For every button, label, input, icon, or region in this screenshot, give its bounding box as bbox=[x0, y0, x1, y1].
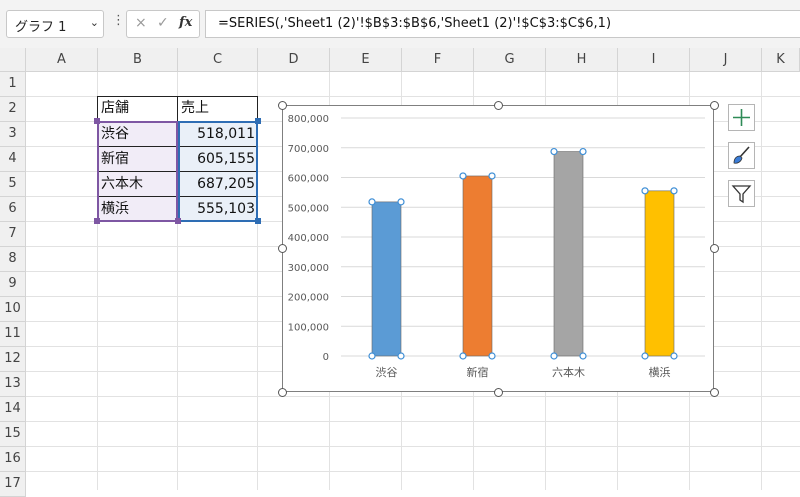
bar-selection-handle[interactable] bbox=[488, 172, 496, 180]
column-header-g[interactable]: G bbox=[474, 48, 546, 72]
row-header-8[interactable]: 8 bbox=[0, 247, 26, 272]
column-header-f[interactable]: F bbox=[402, 48, 474, 72]
bar[interactable] bbox=[371, 201, 402, 357]
chart-object[interactable]: 0 100,000 200,000 300,000 400,000 500,000 600,… bbox=[282, 105, 714, 392]
chart-resize-handle[interactable] bbox=[278, 388, 287, 397]
column-header-b[interactable]: B bbox=[98, 48, 178, 72]
select-all-corner[interactable] bbox=[0, 48, 26, 72]
bar-selection-handle[interactable] bbox=[550, 352, 558, 360]
bar-selection-handle[interactable] bbox=[641, 352, 649, 360]
bar-chart: 0 100,000 200,000 300,000 400,000 500,000 600,… bbox=[288, 114, 705, 379]
row-header-17[interactable]: 17 bbox=[0, 472, 26, 497]
bar-selection-handle[interactable] bbox=[670, 187, 678, 195]
column-header-e[interactable]: E bbox=[330, 48, 402, 72]
row-header-15[interactable]: 15 bbox=[0, 422, 26, 447]
chart-resize-handle[interactable] bbox=[710, 101, 719, 110]
column-header-k[interactable]: K bbox=[762, 48, 800, 72]
chart-filters-button[interactable] bbox=[728, 180, 755, 207]
bar-selection-handle[interactable] bbox=[459, 352, 467, 360]
store-cell[interactable]: 横浜 bbox=[98, 197, 178, 222]
store-cell[interactable]: 渋谷 bbox=[98, 122, 178, 147]
sales-cell[interactable]: 687,205 bbox=[178, 172, 258, 197]
bar-selection-handle[interactable] bbox=[397, 352, 405, 360]
x-tick-label: 横浜 bbox=[649, 365, 671, 379]
chart-resize-handle[interactable] bbox=[710, 388, 719, 397]
bar-selection-handle[interactable] bbox=[641, 187, 649, 195]
row-header-10[interactable]: 10 bbox=[0, 297, 26, 322]
chart-resize-handle[interactable] bbox=[494, 388, 503, 397]
plus-icon bbox=[733, 109, 750, 126]
row-header-2[interactable]: 2 bbox=[0, 97, 26, 122]
bar-selection-handle[interactable] bbox=[459, 172, 467, 180]
header-cell-sales[interactable]: 売上 bbox=[178, 96, 258, 121]
bar-selection-handle[interactable] bbox=[397, 198, 405, 206]
chart-styles-button[interactable] bbox=[728, 142, 755, 169]
header-cell-store[interactable]: 店舗 bbox=[98, 96, 178, 121]
bar[interactable] bbox=[462, 175, 493, 357]
y-tick-label: 300,000 bbox=[288, 263, 329, 274]
row-header-12[interactable]: 12 bbox=[0, 347, 26, 372]
row-header-3[interactable]: 3 bbox=[0, 122, 26, 147]
column-header-a[interactable]: A bbox=[26, 48, 98, 72]
name-box-value: グラフ 1 bbox=[15, 20, 67, 35]
chart-resize-handle[interactable] bbox=[710, 244, 719, 253]
row-header-9[interactable]: 9 bbox=[0, 272, 26, 297]
row-header-6[interactable]: 6 bbox=[0, 197, 26, 222]
row-header-13[interactable]: 13 bbox=[0, 372, 26, 397]
column-header-d[interactable]: D bbox=[258, 48, 330, 72]
column-header-c[interactable]: C bbox=[178, 48, 258, 72]
row-header-5[interactable]: 5 bbox=[0, 172, 26, 197]
formula-buttons: × ✓ fx bbox=[126, 10, 200, 38]
x-tick-label: 新宿 bbox=[467, 365, 489, 379]
y-tick-label: 600,000 bbox=[288, 174, 329, 185]
row-header-11[interactable]: 11 bbox=[0, 322, 26, 347]
more-options-icon[interactable]: ⋮ bbox=[112, 13, 125, 28]
chart-resize-handle[interactable] bbox=[278, 101, 287, 110]
bar-selection-handle[interactable] bbox=[670, 352, 678, 360]
bar-selection-handle[interactable] bbox=[550, 147, 558, 156]
row-header-7[interactable]: 7 bbox=[0, 222, 26, 247]
column-header-j[interactable]: J bbox=[690, 48, 762, 72]
sales-cell[interactable]: 555,103 bbox=[178, 197, 258, 222]
y-tick-label: 200,000 bbox=[288, 293, 329, 304]
chart-resize-handle[interactable] bbox=[278, 244, 287, 253]
y-tick-label: 800,000 bbox=[288, 114, 329, 125]
enter-icon[interactable]: ✓ bbox=[157, 15, 169, 31]
formula-input[interactable]: =SERIES(,'Sheet1 (2)'!$B$3:$B$6,'Sheet1 … bbox=[205, 10, 800, 38]
insert-function-icon[interactable]: fx bbox=[179, 15, 192, 30]
column-header-h[interactable]: H bbox=[546, 48, 618, 72]
row-header-4[interactable]: 4 bbox=[0, 147, 26, 172]
bar-selection-handle[interactable] bbox=[368, 352, 376, 360]
y-tick-label: 400,000 bbox=[288, 233, 329, 244]
bar-selection-handle[interactable] bbox=[579, 352, 587, 360]
bar[interactable] bbox=[644, 190, 675, 357]
chart-elements-button[interactable] bbox=[728, 104, 755, 131]
name-box[interactable]: グラフ 1 ⌄ bbox=[6, 10, 104, 38]
store-cell[interactable]: 六本木 bbox=[98, 172, 178, 197]
bar-selection-handle[interactable] bbox=[368, 198, 376, 206]
bar-selection-handle[interactable] bbox=[488, 352, 496, 360]
y-tick-label: 0 bbox=[323, 352, 329, 363]
y-tick-label: 500,000 bbox=[288, 203, 329, 214]
y-tick-label: 700,000 bbox=[288, 144, 329, 155]
formula-bar-area: グラフ 1 ⌄ ⋮ × ✓ fx =SERIES(,'Sheet1 (2)'!$… bbox=[0, 0, 800, 48]
row-header-1[interactable]: 1 bbox=[0, 72, 26, 97]
row-header-14[interactable]: 14 bbox=[0, 397, 26, 422]
store-cell[interactable]: 新宿 bbox=[98, 147, 178, 172]
column-header-i[interactable]: I bbox=[618, 48, 690, 72]
row-header-16[interactable]: 16 bbox=[0, 447, 26, 472]
cancel-icon[interactable]: × bbox=[135, 15, 147, 31]
chevron-down-icon[interactable]: ⌄ bbox=[90, 16, 99, 29]
formula-text: =SERIES(,'Sheet1 (2)'!$B$3:$B$6,'Sheet1 … bbox=[218, 16, 612, 31]
filter-icon bbox=[731, 185, 752, 204]
chart-resize-handle[interactable] bbox=[494, 101, 503, 110]
sales-cell[interactable]: 518,011 bbox=[178, 122, 258, 147]
x-tick-label: 渋谷 bbox=[376, 366, 398, 379]
bar[interactable] bbox=[553, 151, 584, 357]
sales-cell[interactable]: 605,155 bbox=[178, 147, 258, 172]
bar-selection-handle[interactable] bbox=[579, 147, 587, 156]
x-tick-label: 六本木 bbox=[552, 365, 585, 379]
brush-icon bbox=[733, 146, 750, 164]
y-tick-label: 100,000 bbox=[288, 322, 329, 333]
